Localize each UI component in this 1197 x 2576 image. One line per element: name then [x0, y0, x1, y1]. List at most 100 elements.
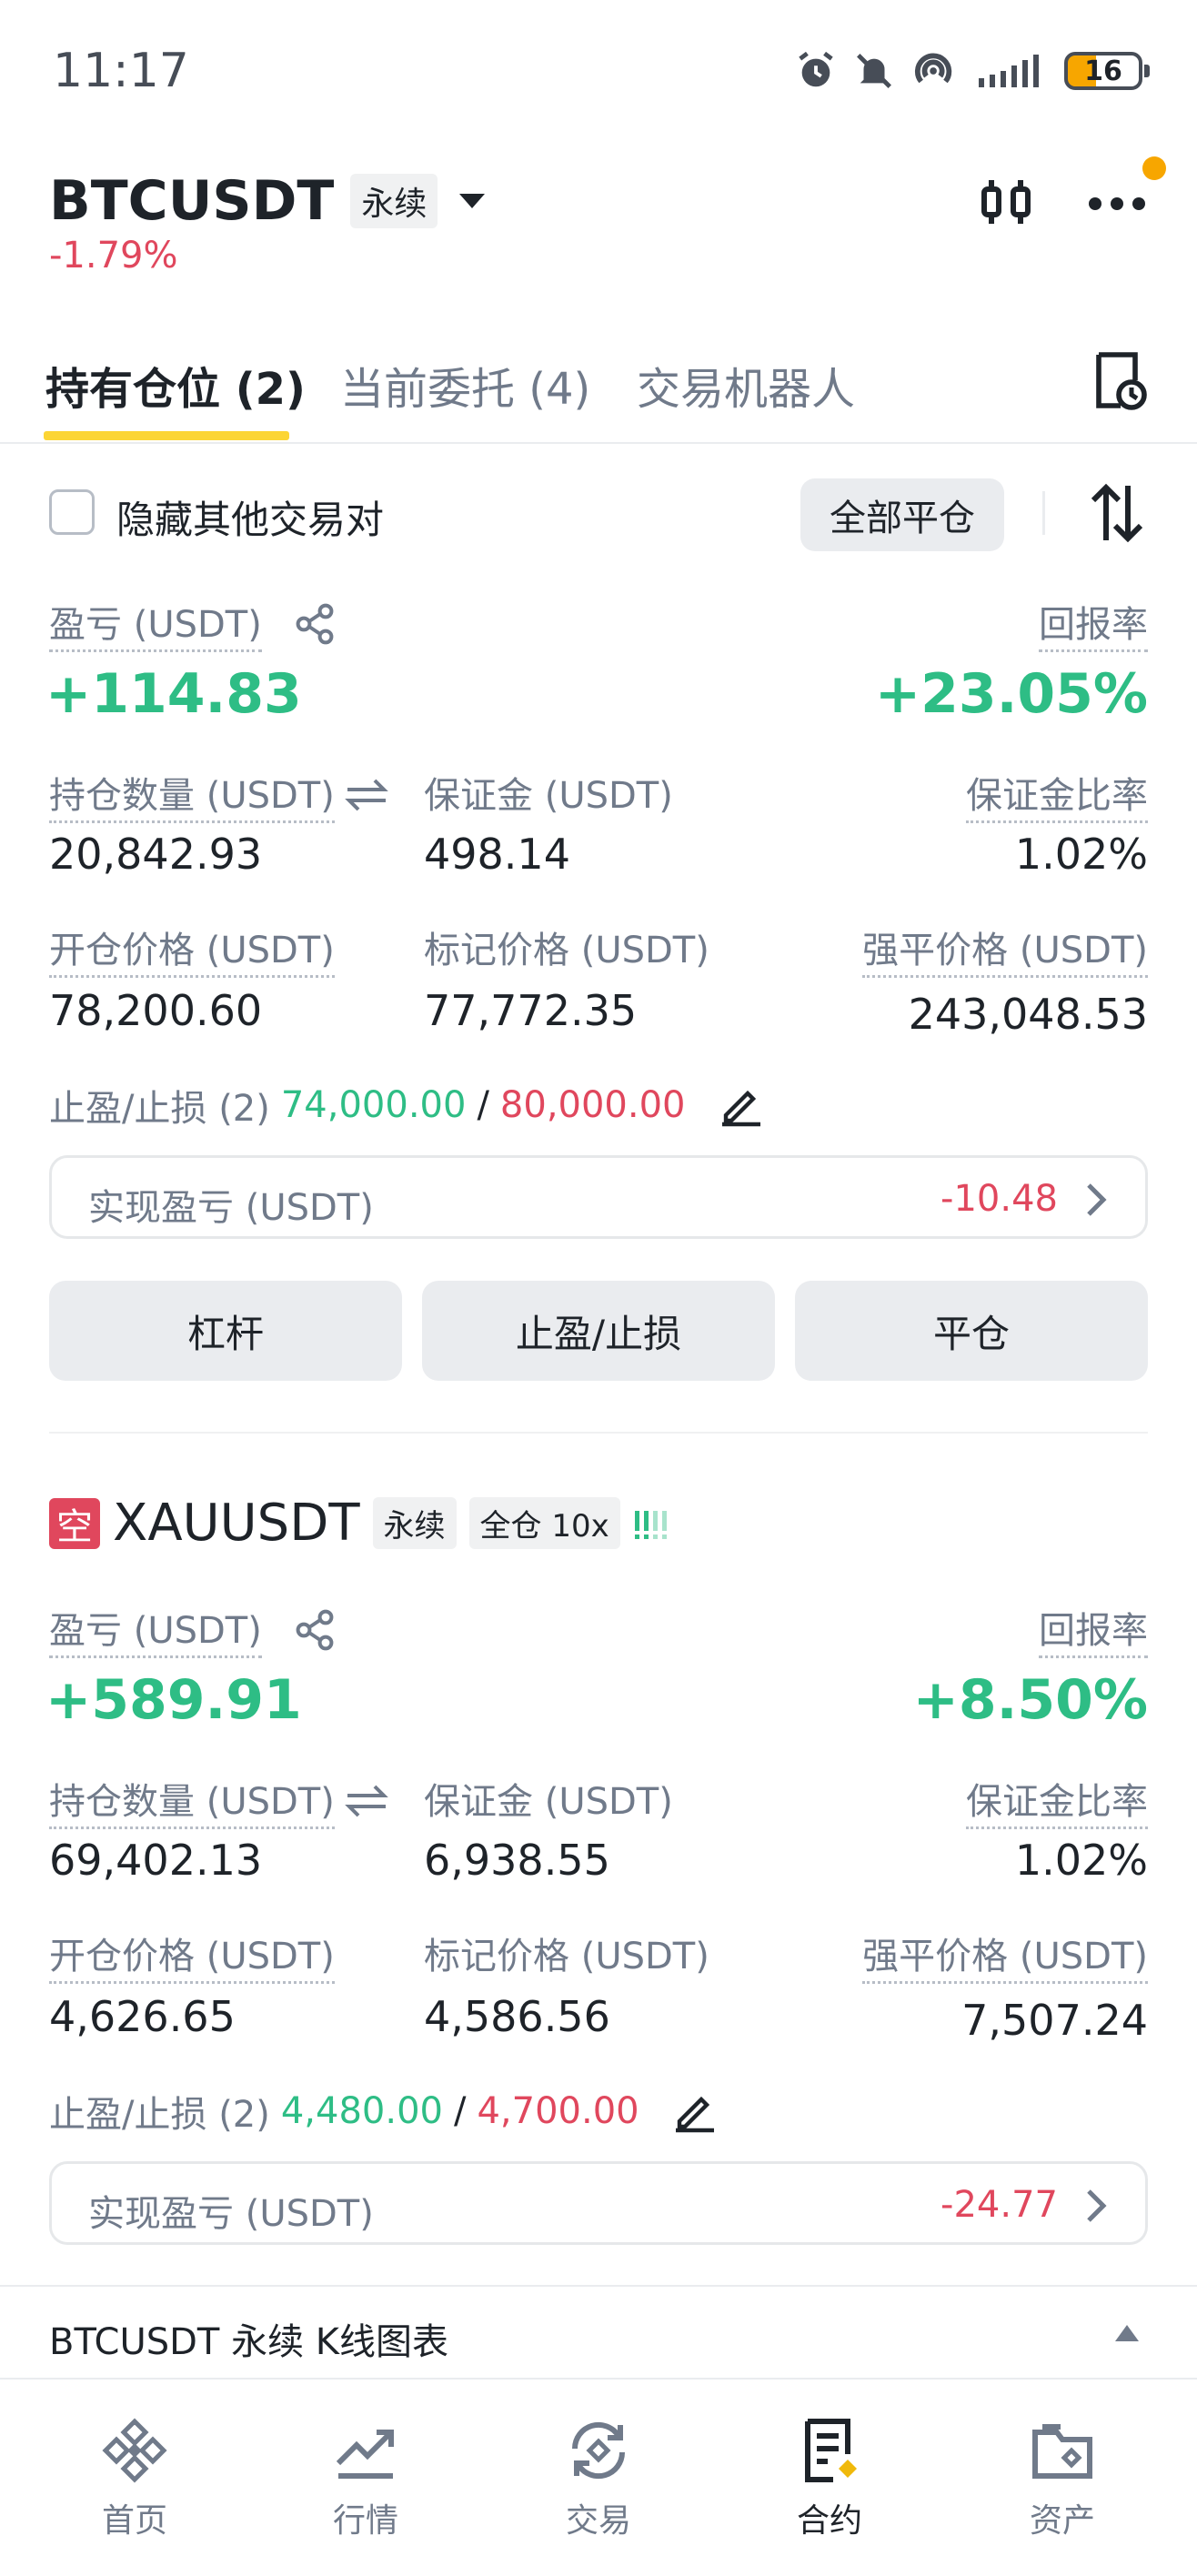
bottom-nav: 首页 行情 交易 合约 资产 — [0, 2380, 1197, 2576]
tpsl-row: 止盈/止损 (2) 4,480.00 / 4,700.00 — [49, 2085, 718, 2138]
hotspot-icon — [915, 53, 952, 84]
realized-pnl-row[interactable]: 实现盈亏 (USDT) -24.77 — [49, 2161, 1148, 2245]
sort-icon[interactable] — [1088, 482, 1146, 544]
size-label-row: 持仓数量 (USDT) — [49, 766, 389, 823]
nav-futures[interactable]: 合约 — [757, 2416, 902, 2541]
pnl-label: 盈亏 (USDT) — [49, 595, 262, 652]
chevron-right-icon — [1087, 2189, 1107, 2222]
swap-icon[interactable] — [344, 777, 389, 813]
pnl-row: 盈亏 (USDT) — [49, 595, 337, 652]
status-time: 11:17 — [53, 44, 189, 98]
tpsl-separator: / — [453, 2090, 467, 2132]
realized-pnl-value: -24.77 — [940, 2184, 1058, 2226]
share-icon[interactable] — [293, 602, 337, 646]
tpsl-separator: / — [477, 1084, 489, 1126]
size-value: 69,402.13 — [49, 1836, 263, 1885]
tpsl-label: 止盈/止损 (2) — [49, 2094, 270, 2136]
chevron-right-icon — [1087, 1183, 1107, 1216]
control-divider — [1042, 491, 1045, 535]
size-label: 持仓数量 (USDT) — [49, 1772, 335, 1829]
realized-pnl-row[interactable]: 实现盈亏 (USDT) -10.48 — [49, 1155, 1148, 1239]
history-icon[interactable] — [1088, 349, 1150, 411]
edit-icon[interactable] — [672, 2088, 718, 2134]
margin-mode-tag: 全仓 10x — [468, 1497, 620, 1549]
tpsl-label: 止盈/止损 (2) — [49, 1088, 270, 1130]
tabs-divider — [0, 442, 1197, 444]
margin-ratio-label: 保证金比率 — [966, 766, 1148, 823]
edit-icon[interactable] — [719, 1082, 764, 1128]
margin-ratio-value: 1.02% — [1014, 1836, 1148, 1885]
price-change: -1.79% — [49, 235, 178, 277]
battery-level: 16 — [1084, 55, 1122, 87]
margin-ratio-value: 1.02% — [1014, 830, 1148, 879]
swap-icon[interactable] — [344, 1783, 389, 1819]
contract-tag: 永续 — [372, 1497, 457, 1549]
symbol-selector[interactable]: BTCUSDT 永续 — [49, 169, 490, 233]
position-divider — [49, 1432, 1148, 1434]
caret-down-icon — [459, 194, 486, 208]
active-tab-indicator — [44, 431, 289, 440]
kline-chart-bar[interactable]: BTCUSDT 永续 K线图表 — [0, 2285, 1197, 2380]
realized-pnl-value: -10.48 — [940, 1178, 1058, 1220]
unrealized-pnl: +589.91 — [45, 1668, 302, 1732]
mark-label: 标记价格 (USDT) — [424, 1936, 709, 1977]
nav-markets[interactable]: 行情 — [293, 2416, 438, 2541]
candlestick-icon[interactable] — [977, 173, 1035, 231]
nav-home[interactable]: 首页 — [62, 2416, 207, 2541]
mark-label: 标记价格 (USDT) — [424, 930, 709, 971]
share-icon[interactable] — [293, 1608, 337, 1652]
adl-indicator-icon — [634, 1510, 667, 1539]
take-profit-value: 4,480.00 — [280, 2090, 443, 2132]
notification-dot — [1142, 156, 1166, 180]
liq-value: 7,507.24 — [961, 1996, 1148, 2045]
contract-tag: 永续 — [350, 174, 438, 228]
margin-ratio-label: 保证金比率 — [966, 1772, 1148, 1829]
entry-label: 开仓价格 (USDT) — [49, 1927, 335, 1984]
margin-label: 保证金 (USDT) — [424, 1781, 673, 1823]
close-all-button[interactable]: 全部平仓 — [800, 478, 1004, 551]
symbol-title: BTCUSDT — [49, 169, 335, 233]
alarm-icon — [799, 51, 833, 87]
tpsl-row: 止盈/止损 (2) 74,000.00 / 80,000.00 — [49, 1079, 764, 1132]
nav-futures-label: 合约 — [796, 2502, 862, 2540]
tab-open-orders[interactable]: 当前委托 (4) — [340, 353, 590, 417]
mark-value: 77,772.35 — [424, 986, 638, 1035]
tpsl-button[interactable]: 止盈/止损 — [422, 1281, 775, 1381]
unrealized-pnl: +114.83 — [45, 662, 302, 726]
entry-label: 开仓价格 (USDT) — [49, 921, 335, 978]
realized-pnl-label: 实现盈亏 (USDT) — [88, 1187, 374, 1229]
more-icon[interactable] — [1086, 178, 1150, 224]
pnl-row: 盈亏 (USDT) — [49, 1601, 337, 1658]
size-label-row: 持仓数量 (USDT) — [49, 1772, 389, 1829]
home-icon — [102, 2418, 167, 2483]
nav-trade[interactable]: 交易 — [526, 2416, 671, 2541]
margin-label: 保证金 (USDT) — [424, 775, 673, 817]
status-icons: 16 — [795, 45, 1150, 96]
hide-pairs-label: 隐藏其他交易对 — [116, 498, 385, 542]
leverage-button[interactable]: 杠杆 — [49, 1281, 402, 1381]
margin-value: 6,938.55 — [424, 1836, 610, 1885]
roi-value: +23.05% — [874, 662, 1148, 726]
hide-pairs-checkbox[interactable] — [49, 489, 95, 535]
close-position-button[interactable]: 平仓 — [795, 1281, 1148, 1381]
tab-trading-bots[interactable]: 交易机器人 — [637, 353, 855, 417]
kline-chart-label: BTCUSDT 永续 K线图表 — [49, 2321, 449, 2363]
mute-icon — [857, 54, 891, 88]
markets-icon — [336, 2430, 394, 2479]
nav-assets[interactable]: 资产 — [990, 2416, 1135, 2541]
caret-up-icon[interactable] — [1113, 2323, 1141, 2343]
tab-positions[interactable]: 持有仓位 (2) — [45, 353, 306, 417]
roi-label: 回报率 — [1039, 595, 1148, 652]
mark-value: 4,586.56 — [424, 1992, 610, 2041]
liq-label: 强平价格 (USDT) — [862, 1927, 1148, 1984]
nav-trade-label: 交易 — [565, 2502, 631, 2540]
position-header: 空 XAUUSDT 永续 全仓 10x — [49, 1494, 669, 1553]
position-symbol[interactable]: XAUUSDT — [113, 1494, 360, 1553]
signal-icon — [979, 55, 1039, 87]
size-label: 持仓数量 (USDT) — [49, 766, 335, 823]
liq-value: 243,048.53 — [908, 990, 1148, 1039]
futures-icon — [805, 2419, 857, 2482]
stop-loss-value: 80,000.00 — [499, 1084, 686, 1126]
entry-value: 78,200.60 — [49, 986, 263, 1035]
realized-pnl-label: 实现盈亏 (USDT) — [88, 2193, 374, 2235]
